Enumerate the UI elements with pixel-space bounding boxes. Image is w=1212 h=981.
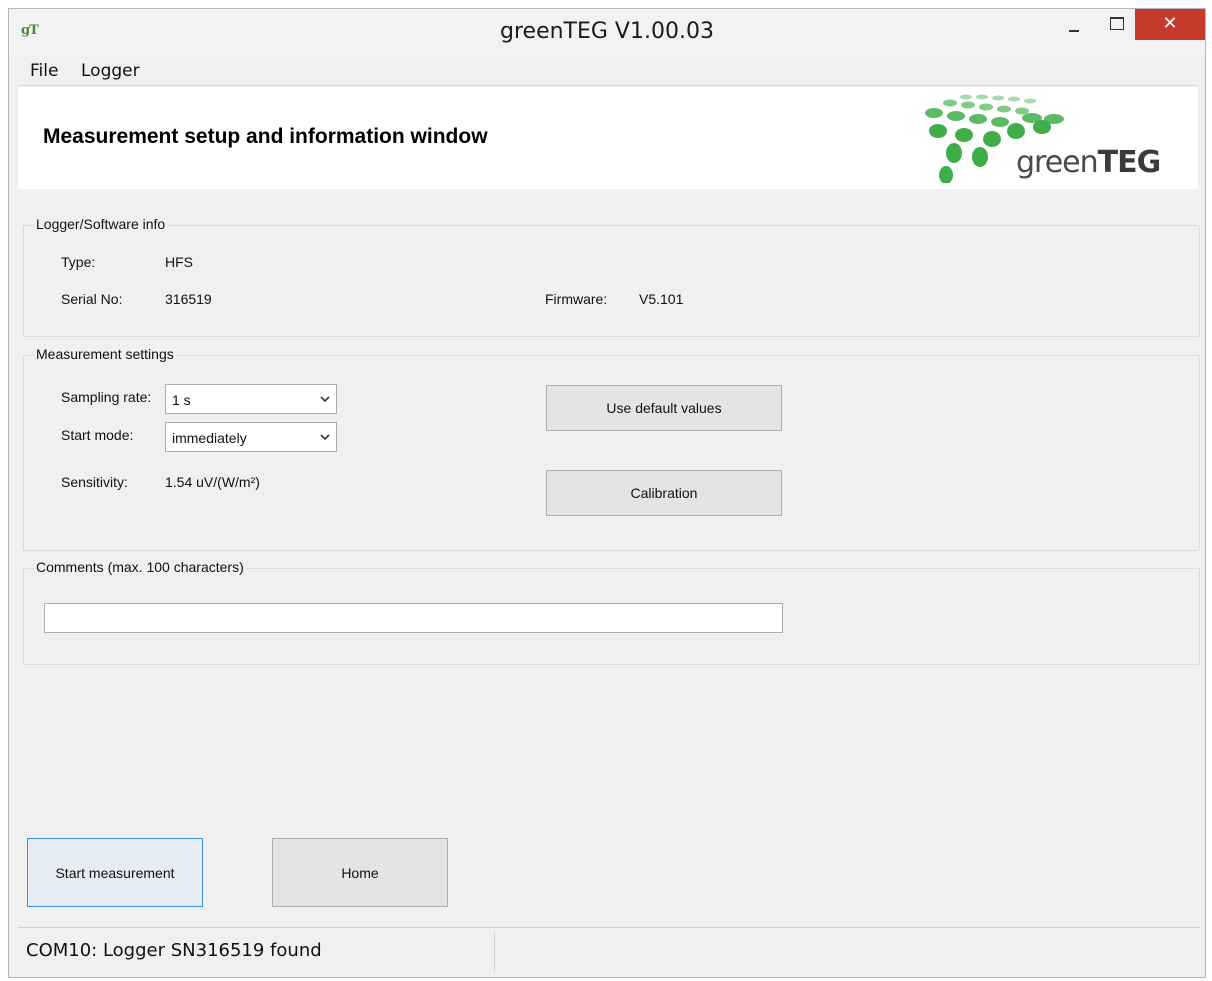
logger-info-legend: Logger/Software info [34,216,168,232]
logger-info-group: Logger/Software info Type: HFS Serial No… [23,216,1200,337]
sensitivity-value: 1.54 uV/(W/m²) [165,474,260,490]
menu-bar: File Logger [18,56,1198,86]
status-text: COM10: Logger SN316519 found [26,940,322,961]
start-measurement-button[interactable]: Start measurement [27,838,203,907]
serial-label: Serial No: [61,291,123,307]
close-icon: ✕ [1162,13,1178,34]
measurement-settings-group: Measurement settings Sampling rate: 1 s … [23,346,1200,551]
header-banner: Measurement setup and information window [18,87,1198,189]
status-separator [494,932,495,972]
start-mode-select[interactable]: immediately [165,422,337,452]
status-bar: COM10: Logger SN316519 found [18,927,1200,975]
firmware-label: Firmware: [545,291,608,307]
type-value: HFS [165,254,193,270]
menu-logger[interactable]: Logger [81,61,140,81]
type-label: Type: [61,254,96,270]
sampling-rate-value: 1 s [172,392,191,408]
greenteg-logo: greenTEG [906,91,1166,187]
start-mode-label: Start mode: [61,427,134,443]
maximize-button[interactable] [1099,9,1135,41]
home-button[interactable]: Home [272,838,448,907]
sampling-rate-label: Sampling rate: [61,389,152,405]
title-bar[interactable]: gT greenTEG V1.00.03 ✕ [9,9,1205,55]
use-default-values-button[interactable]: Use default values [546,385,782,431]
window-title: greenTEG V1.00.03 [500,19,714,44]
chevron-down-icon [320,434,330,441]
comments-group: Comments (max. 100 characters) [23,559,1200,665]
close-button[interactable]: ✕ [1135,9,1205,40]
sensitivity-label: Sensitivity: [61,474,128,490]
minimize-button[interactable] [1053,9,1097,41]
firmware-value: V5.101 [639,291,684,307]
menu-file[interactable]: File [30,61,58,81]
page-title: Measurement setup and information window [43,125,488,148]
comments-legend: Comments (max. 100 characters) [34,559,246,575]
start-mode-value: immediately [172,430,247,446]
measurement-settings-legend: Measurement settings [34,346,176,362]
chevron-down-icon [320,396,330,403]
serial-value: 316519 [165,291,212,307]
logo-wordmark: greenTEG [1016,145,1161,180]
calibration-button[interactable]: Calibration [546,470,782,516]
sampling-rate-select[interactable]: 1 s [165,384,337,414]
comments-input[interactable] [44,603,783,633]
app-window: gT greenTEG V1.00.03 ✕ File Logger Measu… [8,8,1206,978]
